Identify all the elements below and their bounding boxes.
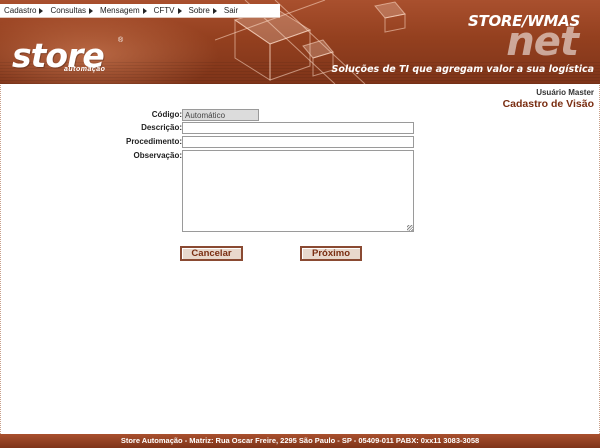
procedimento-field[interactable] [182,136,414,148]
menu-item-cadastro[interactable]: Cadastro [4,6,44,15]
menu-item-sair[interactable]: Sair [224,6,238,15]
header-banner: Cadastro Consultas Mensagem CFTV Sobre S… [0,0,600,84]
menu-item-cftv[interactable]: CFTV [154,6,182,15]
brand-tagline: Soluções de TI que agregam valor a sua l… [331,64,594,75]
submenu-arrow-icon [177,7,182,14]
menu-label: Sair [223,6,239,15]
descricao-field[interactable] [182,122,414,134]
menu-label: Consultas [50,6,87,15]
menu-item-mensagem[interactable]: Mensagem [100,6,147,15]
menu-item-sobre[interactable]: Sobre [189,6,217,15]
submenu-arrow-icon [212,7,217,14]
brand-title: STORE/WMAS [468,12,580,30]
logo-subtitle: automação [64,66,106,73]
observacao-label: Observação: [133,151,182,160]
next-button[interactable]: Próximo [300,246,362,261]
cancel-button[interactable]: Cancelar [180,246,243,261]
menu-label: Sobre [188,6,210,15]
codigo-label: Código: [151,110,182,119]
codigo-field[interactable] [182,109,259,121]
footer-address: Store Automação - Matriz: Rua Oscar Frei… [0,434,600,448]
submenu-arrow-icon [142,7,147,14]
menu-label: CFTV [153,6,175,15]
menu-label: Cadastro [4,6,37,15]
procedimento-label: Procedimento: [125,137,182,146]
registered-mark: ® [118,37,124,44]
observacao-textarea[interactable] [182,150,414,232]
menu-item-consultas[interactable]: Consultas [50,6,94,15]
menu-label: Mensagem [100,6,140,15]
current-user: Usuário Master [536,88,594,97]
top-menu-bar: Cadastro Consultas Mensagem CFTV Sobre S… [0,4,280,18]
page-title: Cadastro de Visão [502,98,594,110]
textarea-resize-grip[interactable] [407,225,413,231]
submenu-arrow-icon [89,7,94,14]
submenu-arrow-icon [39,7,44,14]
descricao-label: Descrição: [141,123,182,132]
